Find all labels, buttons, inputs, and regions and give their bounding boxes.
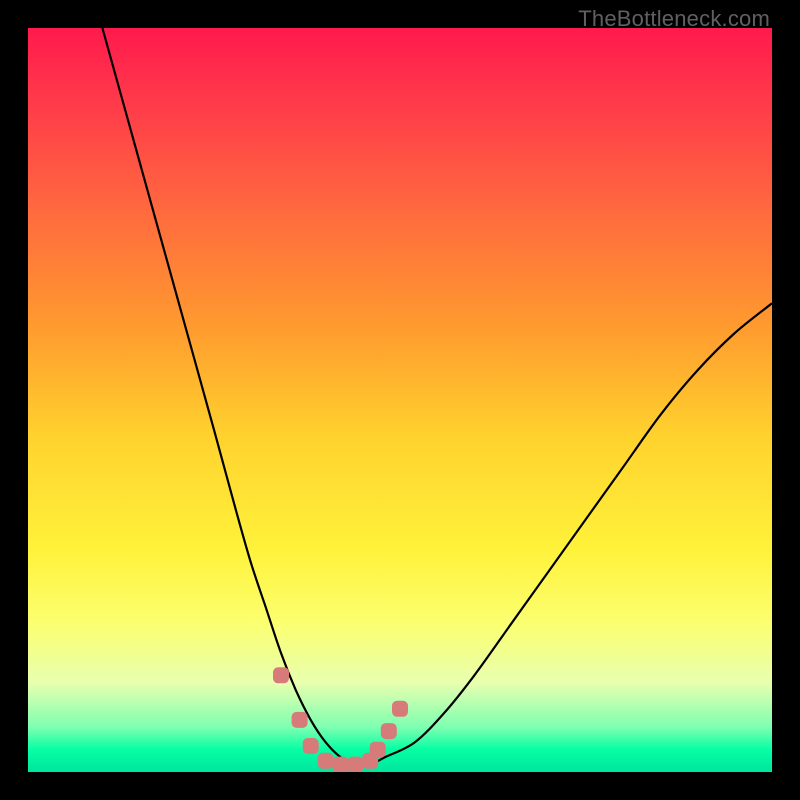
marker-point xyxy=(292,712,308,728)
curve-layer xyxy=(28,28,772,772)
marker-point xyxy=(333,757,349,772)
plot-area xyxy=(28,28,772,772)
watermark-text: TheBottleneck.com xyxy=(578,6,770,32)
marker-point xyxy=(392,701,408,717)
chart-stage: TheBottleneck.com xyxy=(0,0,800,800)
marker-point xyxy=(303,738,319,754)
marker-point xyxy=(318,753,334,769)
bottleneck-curve xyxy=(102,28,772,766)
marker-point xyxy=(370,742,386,758)
marker-point xyxy=(273,667,289,683)
marker-point xyxy=(381,723,397,739)
marker-point xyxy=(347,757,363,772)
